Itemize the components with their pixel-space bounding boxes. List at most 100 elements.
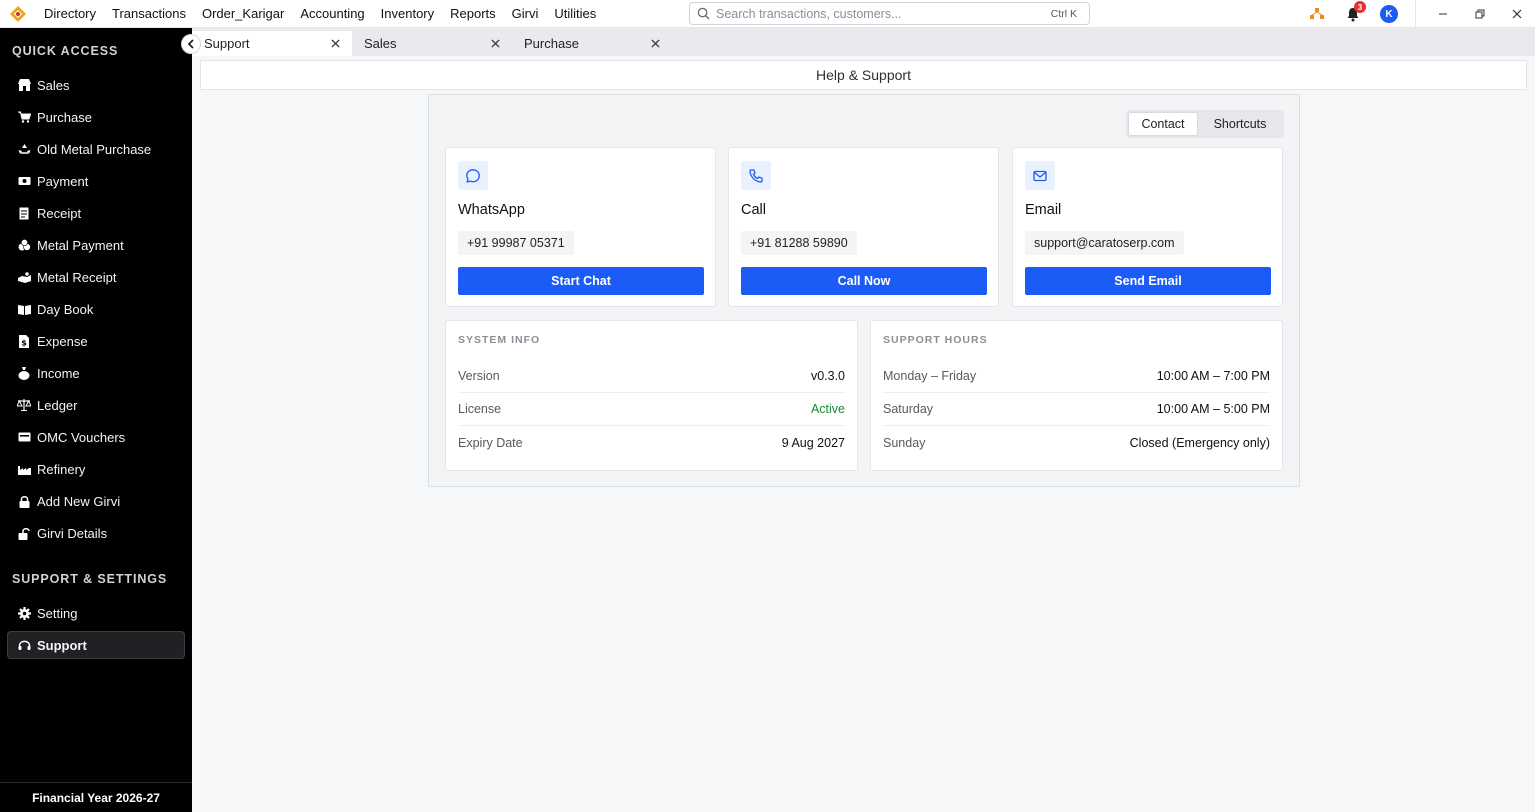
money-icon	[17, 174, 31, 188]
cart-icon	[17, 110, 31, 124]
sidebar-item-metal-receipt[interactable]: Metal Receipt	[0, 261, 192, 293]
menu-accounting[interactable]: Accounting	[292, 0, 372, 28]
menu-transactions[interactable]: Transactions	[104, 0, 194, 28]
voucher-icon	[17, 430, 31, 444]
user-avatar-button[interactable]: K	[1371, 0, 1407, 28]
card-title: Call	[741, 202, 766, 218]
minimize-icon[interactable]	[1424, 0, 1461, 28]
close-window-icon[interactable]	[1498, 0, 1535, 28]
call-now-button[interactable]: Call Now	[741, 267, 987, 295]
sidebar-item-label: Expense	[37, 333, 88, 349]
receipt-icon	[17, 206, 31, 220]
sidebar-item-omc-vouchers[interactable]: OMC Vouchers	[0, 421, 192, 453]
global-search: Ctrl K	[689, 2, 1090, 25]
sidebar-item-refinery[interactable]: Refinery	[0, 453, 192, 485]
expiry-date-value: 9 Aug 2027	[781, 435, 845, 450]
sidebar-item-expense[interactable]: $ Expense	[0, 325, 192, 357]
support-settings-list: Setting Support	[0, 597, 192, 661]
sidebar-item-label: Income	[37, 365, 80, 381]
menu-reports[interactable]: Reports	[442, 0, 504, 28]
hours-time: Closed (Emergency only)	[1129, 435, 1270, 450]
sidebar-item-label: Receipt	[37, 205, 82, 221]
tab-sales[interactable]: Sales	[352, 31, 512, 56]
info-row: License Active	[458, 393, 845, 426]
svg-text:$: $	[21, 338, 27, 347]
divider	[1415, 0, 1416, 28]
search-icon	[690, 7, 716, 20]
close-icon[interactable]	[328, 37, 342, 51]
sidebar-item-girvi-details[interactable]: Girvi Details	[0, 517, 192, 549]
tab-support[interactable]: Support	[192, 31, 352, 56]
hours-row: Saturday 10:00 AM – 5:00 PM	[883, 393, 1270, 426]
app-logo-icon[interactable]	[0, 0, 36, 28]
recycle-icon	[17, 142, 31, 156]
financial-year[interactable]: Financial Year 2026-27	[0, 782, 192, 812]
sidebar-item-metal-payment[interactable]: Metal Payment	[0, 229, 192, 261]
card-title: WhatsApp	[458, 202, 525, 218]
sidebar-item-label: Purchase	[37, 109, 92, 125]
support-settings-title: SUPPORT & SETTINGS	[12, 572, 168, 586]
top-right-controls: 3 K	[1299, 0, 1535, 28]
view-switcher: Contact Shortcuts	[1126, 110, 1284, 138]
tab-contact[interactable]: Contact	[1128, 112, 1198, 136]
phone-icon	[741, 161, 771, 190]
sidebar-item-old-metal-purchase[interactable]: Old Metal Purchase	[0, 133, 192, 165]
sidebar-item-label: Sales	[37, 77, 70, 93]
menu-directory[interactable]: Directory	[36, 0, 104, 28]
sidebar-item-day-book[interactable]: Day Book	[0, 293, 192, 325]
sidebar-item-label: Ledger	[37, 397, 78, 413]
system-info-card: SYSTEM INFO Version v0.3.0 License Activ…	[445, 320, 858, 471]
sidebar-item-label: Old Metal Purchase	[37, 141, 152, 157]
hours-day: Sunday	[883, 435, 926, 450]
hours-day: Monday – Friday	[883, 369, 977, 383]
email-card: Email support@caratoserp.com Send Email	[1012, 147, 1283, 307]
support-hours-rows: Monday – Friday 10:00 AM – 7:00 PM Satur…	[883, 360, 1270, 459]
sidebar-item-income[interactable]: Income	[0, 357, 192, 389]
menu-order-karigar[interactable]: Order_Karigar	[194, 0, 292, 28]
sidebar-item-label: Girvi Details	[37, 525, 108, 541]
search-shortcut-hint: Ctrl K	[1050, 7, 1077, 20]
sidebar-item-receipt[interactable]: Receipt	[0, 197, 192, 229]
main-menu: Directory Transactions Order_Karigar Acc…	[36, 0, 604, 28]
factory-icon	[17, 462, 31, 476]
tabs: Support Sales Purchase	[192, 31, 672, 56]
sidebar-item-purchase[interactable]: Purchase	[0, 101, 192, 133]
sidebar-item-setting[interactable]: Setting	[0, 597, 192, 629]
tab-shortcuts[interactable]: Shortcuts	[1198, 112, 1282, 136]
search-input[interactable]	[716, 6, 1051, 21]
sidebar: QUICK ACCESS Sales Purchase Old Metal Pu…	[0, 28, 192, 812]
chat-icon	[458, 161, 488, 190]
sidebar-item-sales[interactable]: Sales	[0, 69, 192, 101]
send-email-button[interactable]: Send Email	[1025, 267, 1271, 295]
close-icon[interactable]	[648, 37, 662, 51]
close-icon[interactable]	[488, 37, 502, 51]
sidebar-item-support[interactable]: Support	[7, 631, 185, 659]
menu-utilities[interactable]: Utilities	[546, 0, 604, 28]
menu-inventory[interactable]: Inventory	[373, 0, 442, 28]
network-icon[interactable]	[1299, 0, 1335, 28]
sidebar-item-payment[interactable]: Payment	[0, 165, 192, 197]
sidebar-item-label: Day Book	[37, 301, 94, 317]
info-key: Version	[458, 369, 500, 383]
info-key: Expiry Date	[458, 435, 523, 450]
whatsapp-number: +91 99987 05371	[458, 231, 574, 255]
sidebar-item-label: Payment	[37, 173, 89, 189]
menu-girvi[interactable]: Girvi	[504, 0, 547, 28]
page-title: Help & Support	[200, 60, 1527, 90]
support-panel: Contact Shortcuts WhatsApp +91 99987 053…	[428, 94, 1300, 487]
card-title: Email	[1025, 202, 1062, 218]
quick-access-title: QUICK ACCESS	[12, 44, 119, 58]
lock-icon	[17, 494, 31, 508]
start-chat-button[interactable]: Start Chat	[458, 267, 704, 295]
sidebar-item-add-new-girvi[interactable]: Add New Girvi	[0, 485, 192, 517]
sidebar-item-label: Support	[37, 637, 87, 653]
version-value: v0.3.0	[810, 369, 845, 383]
restore-icon[interactable]	[1461, 0, 1498, 28]
notification-bell-icon[interactable]: 3	[1335, 0, 1371, 28]
tab-purchase[interactable]: Purchase	[512, 31, 672, 56]
tab-label: Purchase	[524, 36, 579, 51]
sidebar-item-ledger[interactable]: Ledger	[0, 389, 192, 421]
sidebar-item-label: Setting	[37, 605, 78, 621]
collapse-sidebar-button[interactable]	[181, 34, 201, 54]
hours-time: 10:00 AM – 5:00 PM	[1156, 402, 1270, 416]
